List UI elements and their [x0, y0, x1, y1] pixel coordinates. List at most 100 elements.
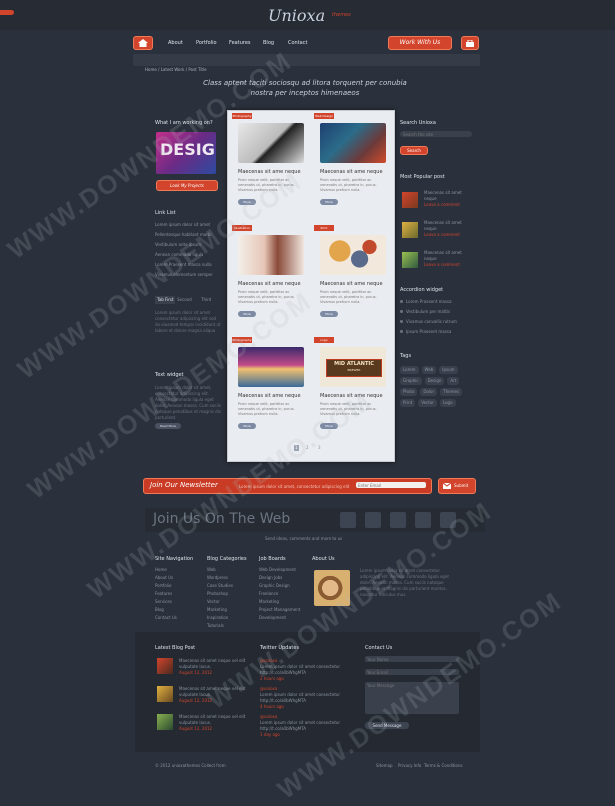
newsletter-email-input[interactable]	[356, 482, 426, 488]
breadcrumb[interactable]: Home / Latest Work / Post Title	[145, 67, 207, 73]
tag-pill[interactable]: Art	[447, 377, 460, 385]
tag-pill[interactable]: Themes	[440, 388, 463, 396]
card-thumbnail[interactable]	[238, 123, 304, 163]
mail-icon	[443, 483, 451, 489]
tab-content: Lorem ipsum dolor sit amet consectetur a…	[155, 310, 221, 333]
accordion-item[interactable]: Vestibulum per mattis	[400, 309, 466, 319]
footer-link-terms[interactable]: Terms & Conditions	[424, 763, 463, 769]
card-thumbnail[interactable]: MID ATLANTIC BREWER	[320, 347, 386, 387]
nav-contact[interactable]: Contact	[288, 40, 307, 46]
search-input[interactable]	[400, 131, 472, 137]
accordion-item[interactable]: Ipsum Praesent massa	[400, 329, 466, 339]
card-thumbnail[interactable]	[320, 235, 386, 275]
tag-pill[interactable]: Dolor	[420, 388, 438, 396]
footer-link[interactable]: Home	[155, 567, 205, 575]
popular-title: Most Popular post	[400, 174, 445, 180]
tag-pill[interactable]: Design	[424, 377, 445, 385]
card-tag: Print	[314, 225, 334, 231]
footer-link[interactable]: Blog	[155, 607, 205, 615]
footer-link[interactable]: Tutorials	[207, 623, 257, 631]
footer-link[interactable]: Portfolio	[155, 583, 205, 591]
card-title[interactable]: Maecenas sit ame neque	[238, 281, 301, 287]
card-more-button[interactable]: More	[238, 311, 256, 317]
rss-icon[interactable]	[390, 512, 406, 528]
tag-pill[interactable]: Vector	[418, 399, 437, 407]
tag-pill[interactable]: Lorem	[400, 366, 419, 374]
read-more-button[interactable]: Read More	[155, 423, 181, 429]
tab-third[interactable]: Third	[201, 297, 211, 303]
portfolio-card: Web Design Maecenas sit ame neque Proin …	[312, 113, 390, 217]
card-title[interactable]: Maecenas sit ame neque	[320, 169, 383, 175]
popular-thumb	[402, 222, 418, 238]
tag-pill[interactable]: Print	[400, 399, 416, 407]
popular-item[interactable]: Maecenas sit amet neque Leave a comment	[400, 218, 466, 248]
look-my-projects-button[interactable]: Look My Projects	[156, 180, 218, 191]
card-thumbnail[interactable]	[238, 235, 304, 275]
card-tag: Logo	[314, 337, 334, 343]
card-more-button[interactable]: More	[320, 311, 338, 317]
card-title[interactable]: Maecenas sit ame neque	[238, 393, 301, 399]
popular-item[interactable]: Maecenas sit amet neque Leave a comment	[400, 248, 466, 278]
accordion-item[interactable]: Lorem Praesent massa	[400, 299, 466, 309]
search-button[interactable]: Search	[400, 146, 428, 155]
footer-link[interactable]: Inspiration	[207, 615, 257, 623]
footer-col: Home About Us Portfolio Features Service…	[155, 567, 205, 623]
flickr-icon[interactable]	[415, 512, 431, 528]
newsletter-title: Join Our Newsletter	[150, 481, 218, 489]
footer-link[interactable]: Photoshop	[207, 591, 257, 599]
popular-item[interactable]: Maecenas sit amet neque Leave a comment	[400, 188, 466, 218]
card-more-button[interactable]: More	[320, 199, 338, 205]
footer-link[interactable]: Features	[155, 591, 205, 599]
card-more-button[interactable]: More	[238, 423, 256, 429]
footer-link[interactable]: Services	[155, 599, 205, 607]
tag-pill[interactable]: Graphic	[400, 377, 422, 385]
footer-link[interactable]: Web Development	[259, 567, 309, 575]
popular-meta: Leave a comment	[424, 202, 460, 207]
footer-link[interactable]: Graphic Design	[259, 583, 309, 591]
footer-link[interactable]: Case Studies	[207, 583, 257, 591]
twitter-icon[interactable]	[365, 512, 381, 528]
footer-link[interactable]: Marketing	[207, 607, 257, 615]
footer-link-privacy[interactable]: Privacy Info	[398, 763, 421, 769]
search-title: Search Unioxa	[400, 120, 436, 126]
site-logo[interactable]: Unioxa	[268, 6, 325, 25]
latest-post[interactable]: Maecenas sit amet neque vel elit vulputa…	[155, 712, 250, 740]
footer-link[interactable]: Freelance	[259, 591, 309, 599]
cart-button[interactable]	[461, 36, 479, 50]
bullet-icon	[400, 300, 403, 303]
latest-post-title: Maecenas sit amet neque vel elit vulputa…	[179, 714, 246, 725]
nav-portfolio[interactable]: Portfolio	[196, 40, 217, 46]
footer-link[interactable]: Web	[207, 567, 257, 575]
main-nav: About Portfolio Features Blog Contact Wo…	[133, 36, 480, 51]
home-button[interactable]	[133, 36, 153, 50]
popular-title-text: Maecenas sit amet neque	[424, 250, 462, 261]
footer-link[interactable]: Design Jobs	[259, 575, 309, 583]
nav-blog[interactable]: Blog	[263, 40, 274, 46]
tab-second[interactable]: Second	[177, 297, 192, 303]
facebook-icon[interactable]	[340, 512, 356, 528]
latest-post-thumb	[157, 714, 173, 730]
work-with-us-button[interactable]: Work With Us	[388, 36, 452, 50]
tab-first[interactable]: Tab First	[155, 296, 176, 304]
footer-link-sitemap[interactable]: Sitemap	[376, 763, 393, 769]
newsletter-submit-button[interactable]: Submit	[438, 478, 476, 494]
accordion-item[interactable]: Vivamus convallis rutrum	[400, 319, 466, 329]
tag-pill[interactable]: Ipsum	[439, 366, 458, 374]
card-thumbnail[interactable]	[320, 123, 386, 163]
tag-pill[interactable]: Web	[421, 366, 437, 374]
footer-link[interactable]: About Us	[155, 575, 205, 583]
nav-about[interactable]: About	[168, 40, 183, 46]
tag-pill[interactable]: Photo	[400, 388, 418, 396]
tag-pill[interactable]: Logo	[439, 399, 456, 407]
card-title[interactable]: Maecenas sit ame neque	[320, 281, 383, 287]
footer-link[interactable]: Marketing	[259, 599, 309, 607]
nav-features[interactable]: Features	[229, 40, 251, 46]
tweet-text: Lorem ipsum dolor sit amet consectetur h…	[260, 692, 341, 703]
footer-link[interactable]: Wordpress	[207, 575, 257, 583]
top-left-tab[interactable]	[0, 10, 14, 15]
footer-link[interactable]: Contact Us	[155, 615, 205, 623]
footer-link[interactable]: Vector	[207, 599, 257, 607]
mid-atlantic-badge: MID ATLANTIC BREWER	[326, 359, 382, 377]
popular-title-text: Maecenas sit amet neque	[424, 220, 462, 231]
footer-link[interactable]: Project Management	[259, 607, 309, 615]
